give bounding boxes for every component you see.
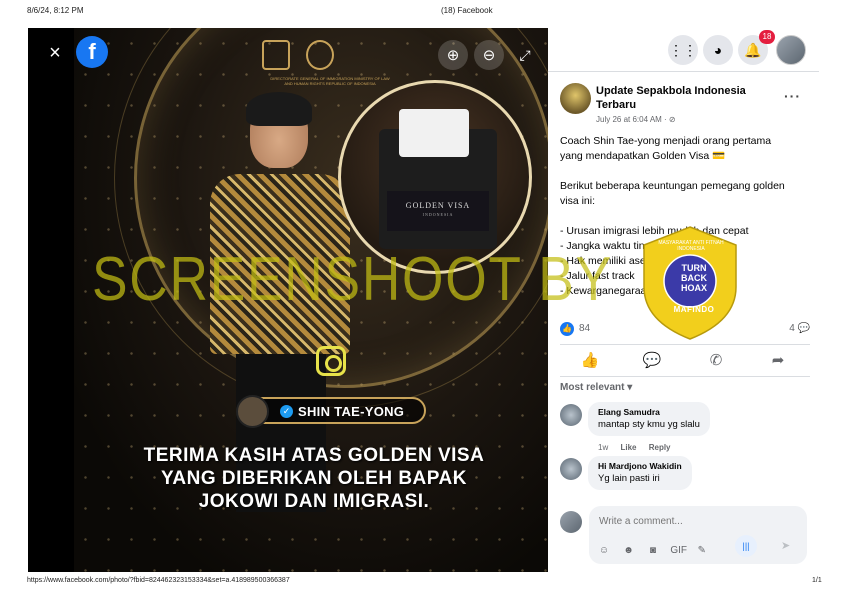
composer-avatar bbox=[560, 511, 582, 533]
action-bar: 👍 💬 ✆ ➦ bbox=[560, 350, 810, 372]
name-pill-avatar bbox=[236, 395, 269, 428]
post-text-line: Coach Shin Tae-yong menjadi orang pertam… bbox=[560, 135, 772, 147]
comment-author[interactable]: Elang Samudra bbox=[598, 407, 700, 418]
sticker-icon[interactable]: ✎ bbox=[695, 545, 709, 556]
print-footer: https://www.facebook.com/photo/?fbid=824… bbox=[0, 577, 847, 589]
share-button[interactable]: ➦ bbox=[764, 350, 792, 372]
print-header: 8/6/24, 8:12 PM (18) Facebook bbox=[0, 6, 847, 20]
print-date: 8/6/24, 8:12 PM bbox=[27, 6, 84, 15]
send-icon[interactable]: ➤ bbox=[781, 539, 790, 552]
comment-input[interactable] bbox=[599, 514, 789, 528]
post-timestamp[interactable]: July 26 at 6:04 AM · ⊘ bbox=[596, 115, 676, 124]
print-page-number: 1/1 bbox=[812, 577, 822, 584]
facebook-logo-icon[interactable]: f bbox=[76, 36, 108, 68]
seal-line: TURN bbox=[681, 263, 707, 273]
commenter-avatar[interactable] bbox=[560, 404, 582, 426]
profile-avatar[interactable] bbox=[776, 35, 806, 65]
comment-reply-link[interactable]: Reply bbox=[649, 443, 671, 452]
comment-body: mantap sty kmu yg slalu bbox=[598, 419, 700, 430]
divider bbox=[560, 344, 810, 345]
print-title: (18) Facebook bbox=[441, 6, 493, 15]
visa-card-title: GOLDEN VISA bbox=[405, 201, 471, 210]
composer-tools: ☺ ☻ ◙ GIF ✎ bbox=[597, 540, 715, 556]
voice-clip-icon[interactable]: ||| bbox=[735, 535, 757, 557]
ministry-seal-icon bbox=[306, 40, 334, 70]
immigration-emblems bbox=[262, 38, 382, 78]
camera-icon[interactable]: ◙ bbox=[646, 545, 660, 556]
comment-composer: ☺ ☻ ◙ GIF ✎ ||| ➤ bbox=[589, 506, 807, 564]
comment-body: Yg lain pasti iri bbox=[598, 473, 660, 484]
comment-actions: 1w Like Reply bbox=[598, 443, 681, 452]
comment-button[interactable]: 💬 bbox=[638, 350, 666, 372]
immigration-logo-icon bbox=[262, 40, 290, 70]
page-avatar[interactable] bbox=[560, 83, 591, 114]
messenger-icon[interactable]: ◕ bbox=[703, 35, 733, 65]
seal-line: HOAX bbox=[680, 283, 707, 293]
photo-caption: TERIMA KASIH ATAS GOLDEN VISA YANG DIBER… bbox=[94, 444, 534, 513]
post-text-line: Berikut beberapa keuntungan pemegang gol… bbox=[560, 180, 785, 192]
person-hair bbox=[246, 92, 312, 126]
caption-line: TERIMA KASIH ATAS GOLDEN VISA bbox=[143, 445, 485, 466]
like-button[interactable]: 👍 bbox=[576, 350, 604, 372]
verified-icon: ✓ bbox=[280, 405, 293, 418]
seal-line: BACK bbox=[681, 273, 707, 283]
comment-count[interactable]: 4 💬 bbox=[789, 323, 810, 334]
visa-id-card bbox=[399, 109, 469, 157]
post-text-line: visa ini: bbox=[560, 195, 596, 207]
comment-sort-dropdown[interactable]: Most relevant ▾ bbox=[560, 382, 632, 393]
comment-bubble: Hi Mardjono Wakidin Yg lain pasti iri bbox=[588, 456, 692, 490]
comment-bubble: Elang Samudra mantap sty kmu yg slalu bbox=[588, 402, 710, 436]
page-name[interactable]: Update Sepakbola Indonesia Terbaru bbox=[596, 84, 776, 112]
more-options-icon[interactable]: ··· bbox=[784, 88, 801, 104]
emoji-icon[interactable]: ☻ bbox=[621, 545, 635, 556]
comment-author[interactable]: Hi Mardjono Wakidin bbox=[598, 461, 682, 472]
gif-icon[interactable]: GIF bbox=[670, 545, 687, 556]
avatar-sticker-icon[interactable]: ☺ bbox=[597, 545, 611, 556]
divider bbox=[560, 376, 810, 377]
commenter-avatar[interactable] bbox=[560, 458, 582, 480]
like-reaction-icon: 👍 bbox=[560, 322, 574, 336]
seal-arc-text: MASYARAKAT ANTI FITNAH INDONESIA bbox=[658, 240, 724, 252]
like-count[interactable]: 84 bbox=[579, 323, 590, 334]
fullscreen-icon[interactable]: ⤢ bbox=[510, 40, 540, 70]
caption-line: YANG DIBERIKAN OLEH BAPAK bbox=[161, 468, 467, 489]
visa-card-label: GOLDEN VISA INDONESIA bbox=[387, 191, 489, 231]
post-text-line: yang mendapatkan Golden Visa 💳 bbox=[560, 150, 726, 162]
name-pill: ✓ SHIN TAE-YONG bbox=[236, 395, 426, 428]
print-url: https://www.facebook.com/photo/?fbid=824… bbox=[27, 577, 290, 584]
zoom-in-icon[interactable]: ⊕ bbox=[438, 40, 468, 70]
seal-text: TURN BACK HOAX bbox=[674, 263, 714, 293]
zoom-out-icon[interactable]: ⊖ bbox=[474, 40, 504, 70]
whatsapp-share-button[interactable]: ✆ bbox=[702, 350, 730, 372]
menu-icon[interactable]: ⋮⋮ bbox=[668, 35, 698, 65]
instagram-icon bbox=[316, 346, 346, 376]
caption-line: JOKOWI DAN IMIGRASI. bbox=[198, 491, 430, 512]
screenshot-watermark: SCREENSHOOT BY bbox=[92, 245, 613, 314]
comment-time[interactable]: 1w bbox=[598, 443, 608, 452]
seal-bottom-text: MAFINDO bbox=[673, 305, 715, 314]
visa-card-sub: INDONESIA bbox=[422, 212, 454, 217]
comment-like-link[interactable]: Like bbox=[620, 443, 636, 452]
close-icon[interactable]: × bbox=[40, 38, 70, 68]
name-pill-text: SHIN TAE-YONG bbox=[298, 404, 405, 419]
notification-badge: 18 bbox=[759, 30, 775, 44]
